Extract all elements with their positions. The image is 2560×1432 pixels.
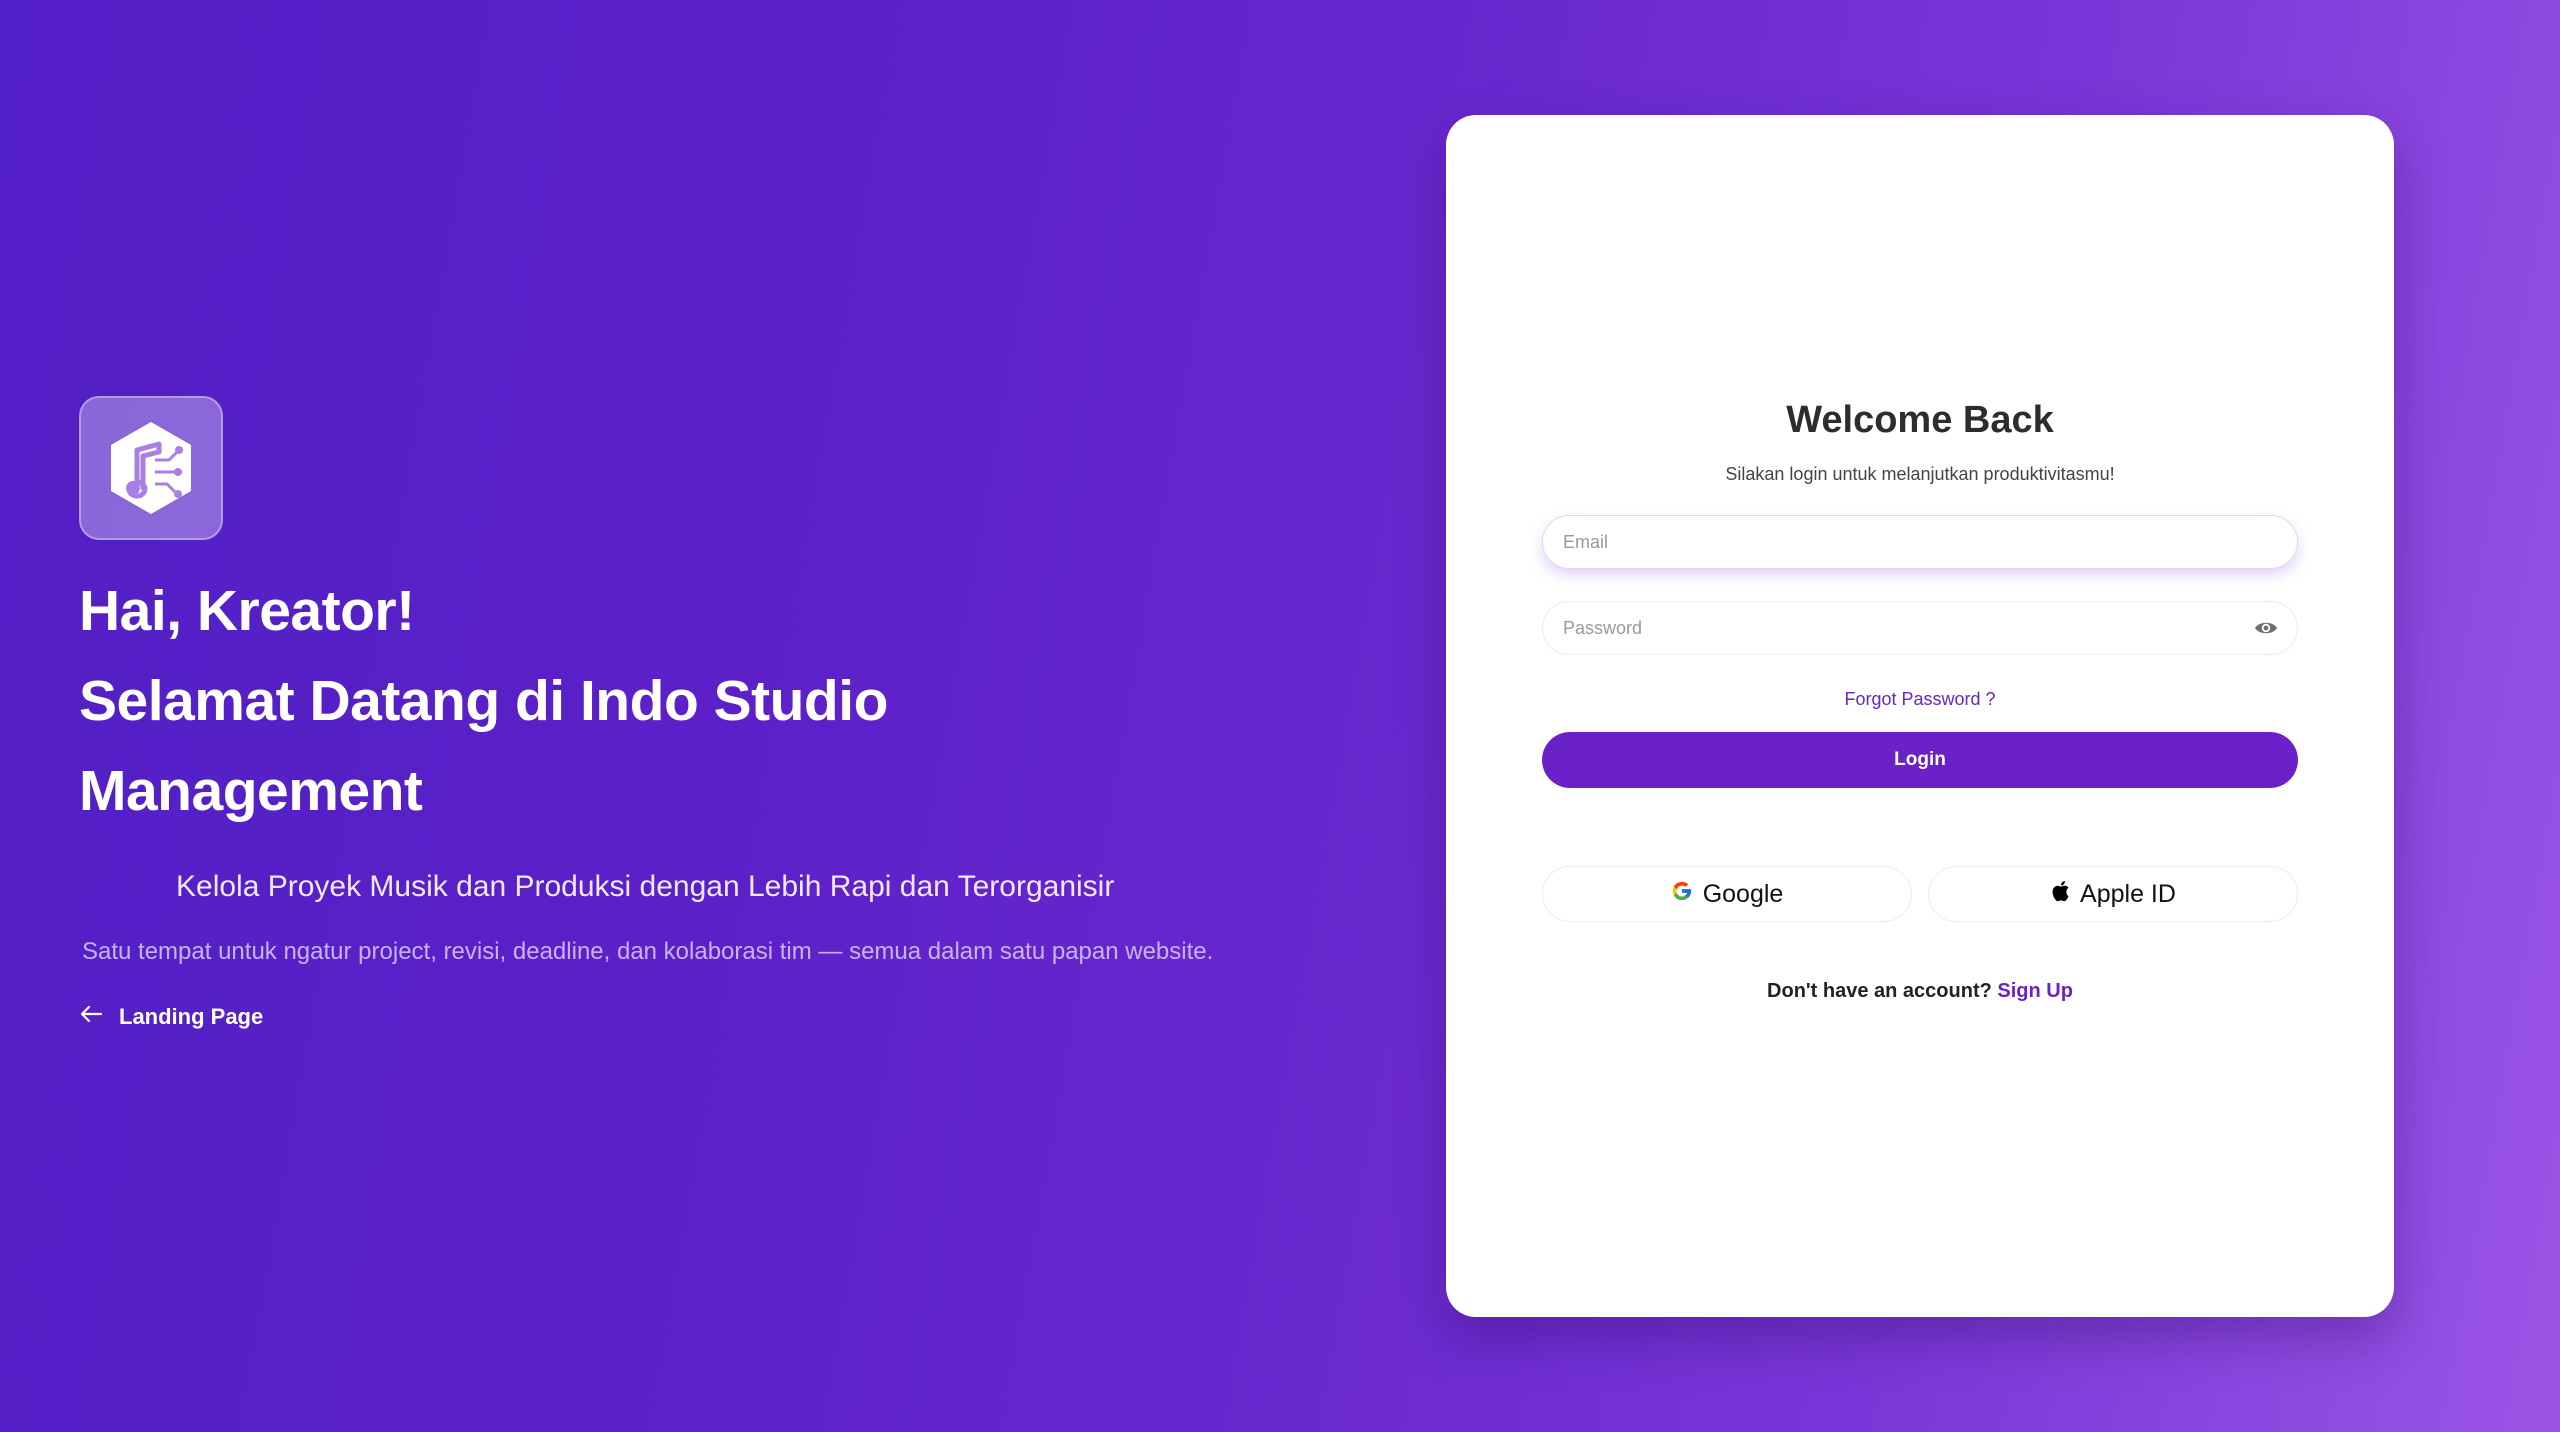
google-icon <box>1671 880 1693 909</box>
hero-title-line2: Management <box>79 759 423 823</box>
eye-icon[interactable] <box>2253 615 2279 641</box>
email-input[interactable] <box>1561 530 2279 554</box>
signup-prompt: Don't have an account? Sign Up <box>1542 980 2298 1003</box>
social-login-row: Google Apple ID <box>1542 866 2298 922</box>
sign-up-link[interactable]: Sign Up <box>1997 980 2073 1002</box>
login-button[interactable]: Login <box>1542 732 2298 788</box>
login-title: Welcome Back <box>1786 399 2054 441</box>
forgot-password-link[interactable]: Forgot Password ? <box>1542 689 2298 710</box>
apple-label: Apple ID <box>2080 879 2176 908</box>
hero-description: Satu tempat untuk ngatur project, revisi… <box>82 938 1214 965</box>
login-subtitle: Silakan login untuk melanjutkan produkti… <box>1725 464 2115 484</box>
email-field <box>1542 515 2298 569</box>
arrow-left-icon <box>79 1004 103 1030</box>
google-label: Google <box>1702 879 1784 908</box>
login-card: Welcome Back Silakan login untuk melanju… <box>1446 115 2394 1317</box>
landing-page-link[interactable]: Landing Page <box>79 1004 1379 1030</box>
google-login-button[interactable]: Google <box>1542 866 1912 922</box>
hero-section: Hai, Kreator! Selamat Datang di Indo Stu… <box>79 396 1379 1030</box>
hero-greeting: Hai, Kreator! <box>79 579 415 643</box>
apple-icon <box>2050 879 2070 910</box>
password-field <box>1542 601 2298 655</box>
hero-headline: Hai, Kreator! Selamat Datang di Indo Stu… <box>79 566 1379 836</box>
no-account-text: Don't have an account? <box>1767 980 1992 1002</box>
landing-page-label: Landing Page <box>119 1004 264 1029</box>
password-input[interactable] <box>1561 616 2253 640</box>
hero-title-line1: Selamat Datang di Indo Studio <box>79 669 888 733</box>
hero-tagline: Kelola Proyek Musik dan Produksi dengan … <box>176 870 1115 903</box>
music-circuit-logo-icon <box>79 396 223 540</box>
apple-login-button[interactable]: Apple ID <box>1928 866 2298 922</box>
